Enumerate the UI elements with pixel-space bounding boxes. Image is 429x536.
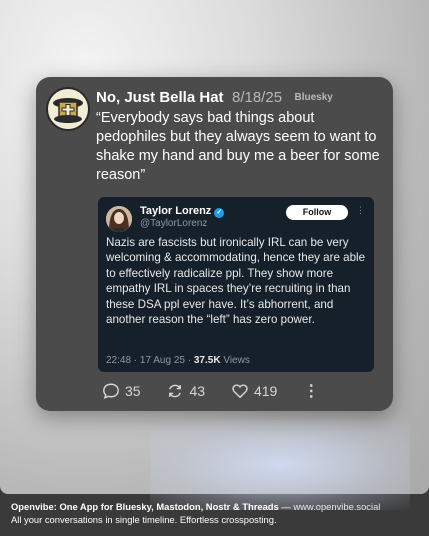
footer-line-1: Openvibe: One App for Bluesky, Mastodon,… [11,500,380,513]
reply-button[interactable]: 35 [102,382,141,400]
footer-tagline: All your conversations in single timelin… [11,514,277,525]
post-card[interactable]: No, Just Bella Hat 8/18/25 Bluesky “Ever… [36,77,393,411]
post-date: 8/18/25 [231,89,283,106]
reply-count: 35 [125,383,141,399]
quoted-post-meta: 22:48 · 17 Aug 25 · 37.5K Views [106,355,250,366]
quoted-post[interactable]: Taylor Lorenz ✓ @TaylorLorenz Follow ⋮ Na… [98,197,374,372]
author-name[interactable]: No, Just Bella Hat [96,89,224,106]
post-more-icon[interactable]: ⋮ [303,381,319,401]
quoted-post-text: Nazis are fascists but ironically IRL ca… [106,236,366,327]
quoted-author-avatar[interactable] [106,206,132,232]
quoted-author-handle: @TaylorLorenz [140,218,208,229]
views-label: Views [223,355,250,366]
source-label: Bluesky [294,92,333,103]
views-count: 37.5K [193,355,221,366]
more-icon[interactable]: ⋮ [356,205,365,216]
footer-brand: Openvibe: One App for Bluesky, Mastodon,… [11,501,279,512]
post-header: No, Just Bella Hat 8/18/25 Bluesky [96,89,333,107]
quoted-post-time: 22:48 · 17 Aug 25 · [106,355,192,366]
like-icon [232,384,248,399]
post-text: “Everybody says bad things about pedophi… [96,110,380,183]
author-avatar[interactable] [46,87,90,131]
hat-logo-icon [53,98,83,123]
repost-icon [169,384,182,398]
footer-url[interactable]: www.openvibe.social [293,501,380,512]
like-button[interactable]: 419 [231,382,277,400]
post-actions: 35 43 419 ⋮ [102,381,319,401]
like-count: 419 [253,383,278,399]
quoted-author-name[interactable]: Taylor Lorenz ✓ [140,205,225,218]
reply-icon [103,383,119,400]
repost-button[interactable]: 43 [166,382,205,400]
follow-button[interactable]: Follow [286,205,348,220]
background-glow [150,420,410,510]
footer: Openvibe: One App for Bluesky, Mastodon,… [11,500,380,526]
footer-dash: — [278,501,294,512]
verified-icon: ✓ [214,208,225,218]
repost-count: 43 [189,383,206,399]
